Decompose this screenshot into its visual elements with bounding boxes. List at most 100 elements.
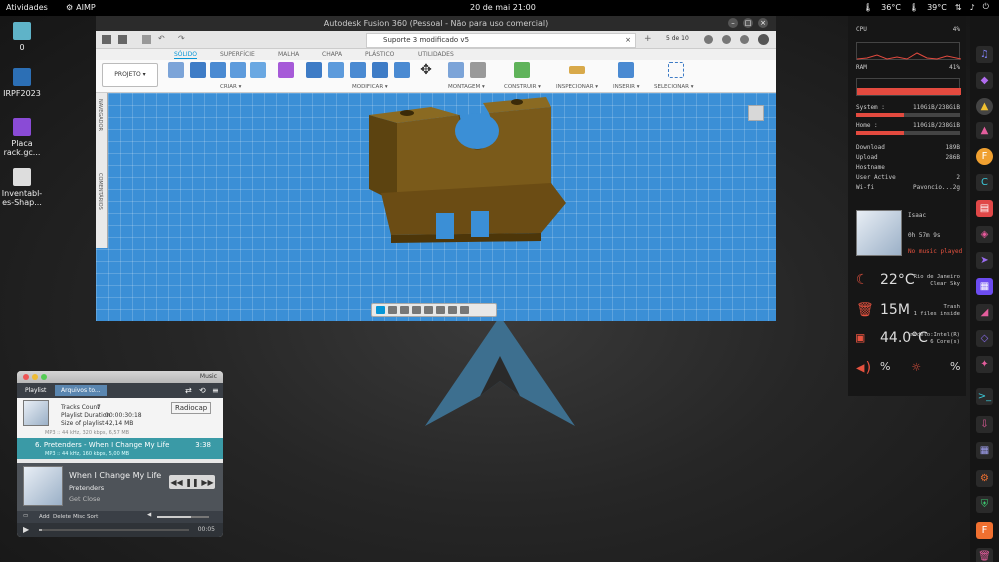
previous-icon[interactable]: ◀◀	[170, 478, 182, 487]
save-icon[interactable]	[142, 35, 151, 44]
fusion-dock-icon[interactable]: F	[976, 522, 993, 539]
pause-icon[interactable]: ❚❚	[185, 478, 198, 487]
tab-superficie[interactable]: SUPERFÍCIE	[220, 51, 255, 58]
chamfer-icon[interactable]	[350, 62, 366, 78]
form-icon[interactable]	[278, 62, 294, 78]
move-icon[interactable]: ✥	[418, 62, 434, 78]
file-menu-icon[interactable]	[118, 35, 127, 44]
notification-icon[interactable]	[722, 35, 731, 44]
desktop-icon-inventables[interactable]: Inventabl-es-Shap...	[0, 168, 44, 207]
menu-icon[interactable]: ≡	[212, 386, 219, 395]
music-app-icon[interactable]: ♫	[976, 46, 993, 63]
grid-menu-icon[interactable]	[102, 35, 111, 44]
aimp-header-title[interactable]: Music	[200, 373, 217, 380]
pan-icon[interactable]	[400, 306, 409, 314]
new-tab-icon[interactable]: +	[644, 34, 652, 44]
undo-icon[interactable]: ↶	[158, 34, 165, 43]
app-teal-icon[interactable]: C	[976, 174, 993, 191]
shell-icon[interactable]	[372, 62, 388, 78]
status-area[interactable]: 🌡 36°C 🌡 39°C ⇅ ♪ ⏻	[863, 2, 989, 12]
joint-icon[interactable]	[470, 62, 486, 78]
navegador-label[interactable]: NAVEGADOR	[97, 99, 103, 131]
app-menu[interactable]: ⚙ AIMP	[66, 3, 96, 12]
delete-button[interactable]: Delete	[53, 514, 71, 520]
app-purple-icon[interactable]: ◆	[976, 72, 993, 89]
look-icon[interactable]	[388, 306, 397, 314]
fusion-titlebar[interactable]: Autodesk Fusion 360 (Pessoal - Não para …	[96, 16, 776, 31]
hole-icon[interactable]	[230, 62, 246, 78]
group-selecionar[interactable]: SELECIONAR ▾	[654, 84, 694, 90]
clock[interactable]: 20 de mai 21:00	[470, 3, 536, 12]
group-modificar[interactable]: MODIFICAR ▾	[352, 84, 388, 90]
desktop-icon-placa[interactable]: Placa rack.gc...	[0, 118, 44, 157]
3d-model[interactable]	[361, 93, 571, 253]
zoom-icon[interactable]	[412, 306, 421, 314]
playlist-item-active[interactable]: 6. Pretenders - When I Change My Life 3:…	[17, 438, 223, 459]
viewcube[interactable]	[748, 105, 764, 121]
group-criar[interactable]: CRIAR ▾	[220, 84, 241, 90]
tab-utilidades[interactable]: UTILIDADES	[418, 51, 454, 58]
maximize-button[interactable]: □	[743, 18, 753, 28]
fit-icon[interactable]	[424, 306, 433, 314]
play-icon[interactable]: ▶	[23, 525, 29, 534]
3d-viewport[interactable]: NAVEGADOR COMENTÁRIOS	[96, 93, 776, 321]
help-icon[interactable]	[740, 35, 749, 44]
tab-chapa[interactable]: CHAPA	[322, 51, 342, 58]
security-shield-icon[interactable]: ⛨	[976, 496, 993, 513]
settings-icon[interactable]: ⚙	[976, 470, 993, 487]
clock-icon[interactable]	[704, 35, 713, 44]
volume-slider[interactable]	[157, 516, 209, 518]
viewports-icon[interactable]	[460, 306, 469, 314]
downloads-icon[interactable]: ⇩	[976, 416, 993, 433]
extrude-icon[interactable]	[190, 62, 206, 78]
next-icon[interactable]: ▶▶	[201, 478, 213, 487]
close-tab-icon[interactable]: ×	[625, 34, 631, 47]
new-sketch-icon[interactable]	[168, 62, 184, 78]
page-counter[interactable]: 5 de 10	[666, 35, 689, 42]
grid-settings-icon[interactable]	[448, 306, 457, 314]
app-chip-icon[interactable]: ◇	[976, 330, 993, 347]
add-button[interactable]: Add	[39, 514, 50, 520]
tab-playlist[interactable]: Playlist	[25, 387, 46, 394]
fillet-icon[interactable]	[328, 62, 344, 78]
group-montagem[interactable]: MONTAGEM ▾	[448, 84, 485, 90]
app-violet-icon[interactable]: ▦	[976, 278, 993, 295]
aimp-close-button[interactable]	[23, 374, 29, 380]
close-button[interactable]: ×	[758, 18, 768, 28]
revolve-icon[interactable]	[210, 62, 226, 78]
select-icon[interactable]	[668, 62, 684, 78]
tab-plastico[interactable]: PLÁSTICO	[365, 51, 394, 58]
terminal-icon[interactable]: >_	[976, 388, 993, 405]
tab-files[interactable]: Arquivos to...	[55, 385, 107, 396]
group-inspecionar[interactable]: INSPECIONAR ▾	[556, 84, 598, 90]
pattern-icon[interactable]	[250, 62, 266, 78]
app-orange-icon[interactable]: F	[976, 148, 993, 165]
measure-icon[interactable]	[569, 66, 585, 74]
app-puzzle-icon[interactable]: ✦	[976, 356, 993, 373]
repeat-icon[interactable]: ⟲	[199, 386, 206, 395]
app-grid-icon[interactable]: ▦	[976, 442, 993, 459]
activities-button[interactable]: Atividades	[6, 3, 48, 12]
combine-icon[interactable]	[394, 62, 410, 78]
app-arrow-icon[interactable]: ➤	[976, 252, 993, 269]
aimp-minimize-button[interactable]	[32, 374, 38, 380]
tab-malha[interactable]: MALHA	[278, 51, 299, 58]
aimp-maximize-button[interactable]	[41, 374, 47, 380]
trash-dock-icon[interactable]: 🗑	[976, 548, 993, 562]
redo-icon[interactable]: ↷	[178, 34, 185, 43]
shuffle-icon[interactable]: ⇄	[185, 386, 192, 395]
avatar[interactable]	[758, 34, 769, 45]
display-settings-icon[interactable]	[436, 306, 445, 314]
group-construir[interactable]: CONSTRUIR ▾	[504, 84, 541, 90]
orbit-icon[interactable]	[376, 306, 385, 314]
sort-button[interactable]: Sort	[87, 514, 98, 520]
new-component-icon[interactable]	[448, 62, 464, 78]
app-red-icon[interactable]: ▤	[976, 200, 993, 217]
minimize-button[interactable]: –	[728, 18, 738, 28]
misc-button[interactable]: Misc	[73, 514, 85, 520]
app-pink2-icon[interactable]: ◈	[976, 226, 993, 243]
progress-slider[interactable]	[39, 529, 189, 531]
desktop-icon-irpf[interactable]: IRPF2023	[0, 68, 44, 98]
press-pull-icon[interactable]	[306, 62, 322, 78]
group-inserir[interactable]: INSERIR ▾	[613, 84, 639, 90]
